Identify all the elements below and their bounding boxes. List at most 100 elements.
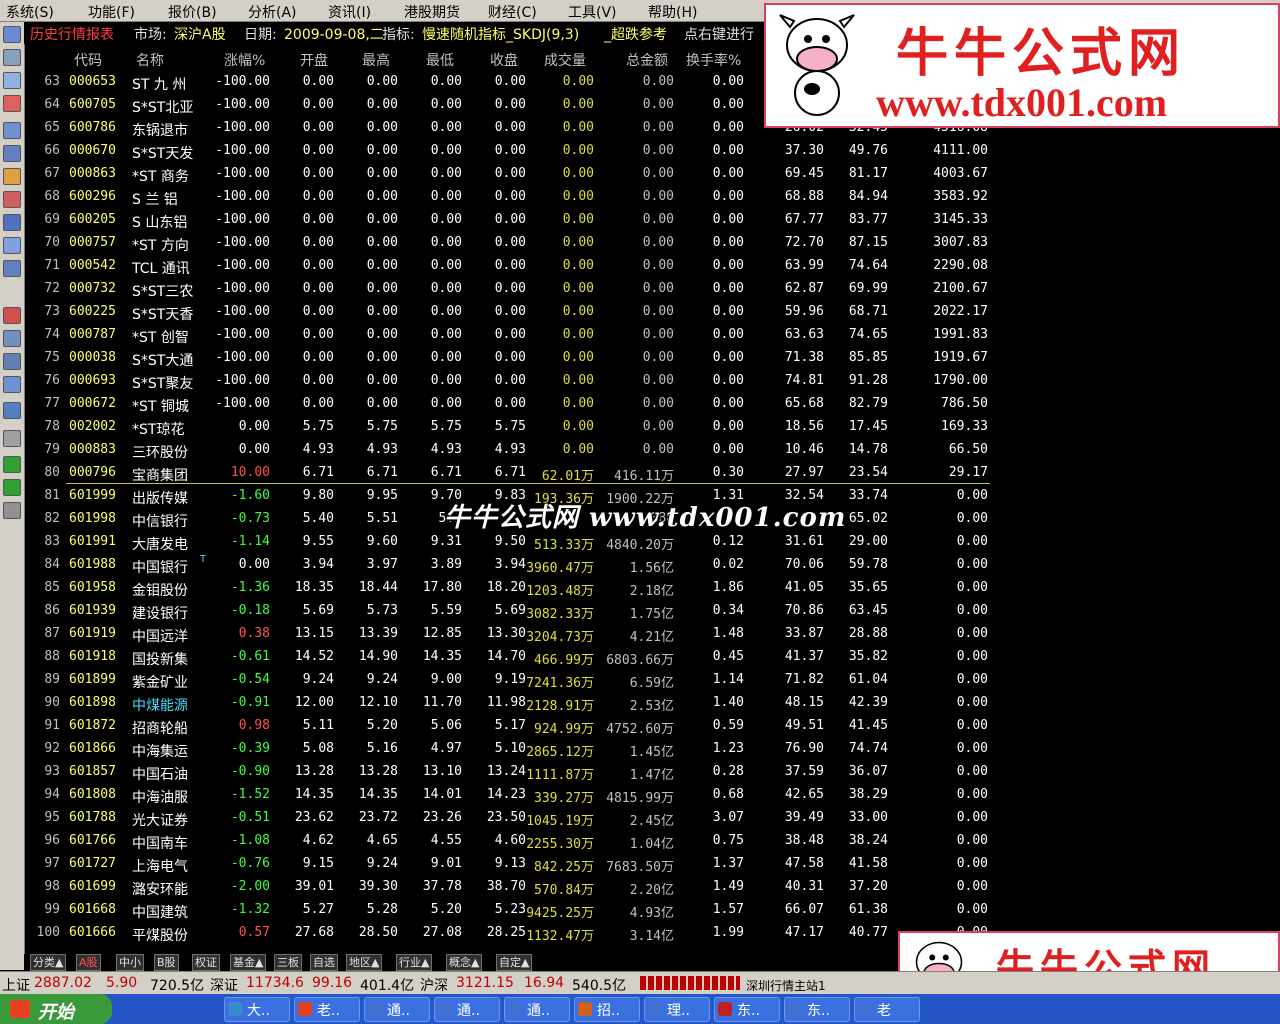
tool-icon[interactable] — [3, 502, 21, 519]
table-row[interactable]: 68 600296 S 兰 铝 -100.00 0.00 0.00 0.00 0.00 0.00… — [24, 186, 1004, 209]
print-icon[interactable] — [3, 353, 21, 370]
table-row[interactable]: 97 601727 上海电气 -0.76 9.15 9.24 9.01 9.13 842.25万… — [24, 853, 1004, 876]
table-row[interactable]: 80 000796 宝商集团 10.00 6.71 6.71 6.71 6.71 62.01万 4… — [24, 462, 1004, 485]
table-row[interactable]: 70 000757 *ST 方向 -100.00 0.00 0.00 0.00 0.00 0.0… — [24, 232, 1004, 255]
menu-quote[interactable]: 报价(B) — [168, 2, 217, 22]
alert-icon[interactable] — [3, 307, 21, 324]
tab-b-shares[interactable]: B股 — [154, 954, 179, 971]
arrow-right-icon[interactable] — [3, 479, 21, 496]
taskbar-app[interactable]: 东.. — [714, 997, 780, 1022]
indicator-value[interactable]: 慢速随机指标_SKDJ(9,3) — [422, 24, 579, 44]
menu-finance[interactable]: 财经(C) — [488, 2, 537, 22]
taskbar-app[interactable]: 通.. — [364, 997, 430, 1022]
taskbar-app[interactable]: 东.. — [784, 997, 850, 1022]
table-row[interactable]: 75 000038 S*ST大通 -100.00 0.00 0.00 0.00 0.00 0.0… — [24, 347, 1004, 370]
grid-icon[interactable] — [3, 49, 21, 66]
table-row[interactable]: 95 601788 光大证券 -0.51 23.62 23.72 23.26 23.50 104… — [24, 807, 1004, 830]
station-name[interactable]: 深圳行情主站1 — [746, 977, 826, 994]
table-row[interactable]: 99 601668 中国建筑 -1.32 5.27 5.28 5.20 5.23 9425.25… — [24, 899, 1004, 922]
ad-banner-top[interactable]: 牛牛公式网 www.tdx001.com — [764, 3, 1280, 128]
table-row[interactable]: 72 000732 S*ST三农 -100.00 0.00 0.00 0.00 0.00 0.0… — [24, 278, 1004, 301]
table-row[interactable]: 77 000672 *ST 铜城 -100.00 0.00 0.00 0.00 0.00 0.0… — [24, 393, 1004, 416]
arrow-left-icon[interactable] — [3, 456, 21, 473]
date-value[interactable]: 2009-09-08,二 — [284, 24, 384, 44]
table-row[interactable]: 92 601866 中海集运 -0.39 5.08 5.16 4.97 5.10 2865.12… — [24, 738, 1004, 761]
edit-icon[interactable] — [3, 330, 21, 347]
data-icon[interactable] — [3, 260, 21, 277]
taskbar-app[interactable]: 招.. — [574, 997, 640, 1022]
table-row[interactable]: 79 000883 三环股份 0.00 4.93 4.93 4.93 4.93 0.00 0.00… — [24, 439, 1004, 462]
tab-favorites[interactable]: 自选 — [310, 954, 338, 971]
taskbar-app[interactable]: 大.. — [224, 997, 290, 1022]
formula-icon[interactable] — [3, 214, 21, 231]
taskbar-app[interactable]: 老.. — [294, 997, 360, 1022]
taskbar-app[interactable]: 老 — [854, 997, 920, 1022]
list-icon[interactable] — [3, 145, 21, 162]
table-row[interactable]: 98 601699 潞安环能 -2.00 39.01 39.30 37.78 38.70 570… — [24, 876, 1004, 899]
table-row[interactable]: 89 601899 紫金矿业 -0.54 9.24 9.24 9.00 9.19 7241.36… — [24, 669, 1004, 692]
taskbar-app[interactable]: 通.. — [504, 997, 570, 1022]
table-row[interactable]: 87 601919 中国远洋 0.38 13.15 13.39 12.85 13.30 3204… — [24, 623, 1004, 646]
tab-third-board[interactable]: 三板 — [274, 954, 302, 971]
start-button[interactable]: 开始 — [0, 994, 112, 1024]
menu-hk-futures[interactable]: 港股期货 — [404, 2, 460, 22]
table-row[interactable]: 93 601857 中国石油 -0.90 13.28 13.28 13.10 13.24 111… — [24, 761, 1004, 784]
tab-industry[interactable]: 行业▲ — [396, 954, 433, 971]
table-row[interactable]: 86 601939 建设银行 -0.18 5.69 5.73 5.59 5.69 3082.33… — [24, 600, 1004, 623]
col-close[interactable]: 收盘 — [490, 50, 518, 70]
menu-info[interactable]: 资讯(I) — [328, 2, 371, 22]
table-row[interactable]: 84 601988 中国银行 0.00 3.94 3.97 3.89 3.94 3960.47万… — [24, 554, 1004, 577]
tab-funds[interactable]: 基金▲ — [230, 954, 267, 971]
candle-chart-icon[interactable] — [3, 95, 21, 112]
col-high[interactable]: 最高 — [362, 50, 390, 70]
tab-region[interactable]: 地区▲ — [346, 954, 383, 971]
tab-a-shares[interactable]: A股 — [76, 954, 101, 971]
col-low[interactable]: 最低 — [426, 50, 454, 70]
table-row[interactable]: 100 601666 平煤股份 0.57 27.68 28.50 27.08 28.25 113… — [24, 922, 1004, 945]
table-row[interactable]: 78 002002 *ST琼花 0.00 5.75 5.75 5.75 5.75 0.00 0.0… — [24, 416, 1004, 439]
table-row[interactable]: 96 601766 中国南车 -1.08 4.62 4.65 4.55 4.60 2255.30… — [24, 830, 1004, 853]
col-amount[interactable]: 总金额 — [626, 50, 668, 70]
col-turnover[interactable]: 换手率% — [686, 50, 741, 70]
table-row[interactable]: 67 000863 *ST 商务 -100.00 0.00 0.00 0.00 0.00 0.0… — [24, 163, 1004, 186]
tab-concept[interactable]: 概念▲ — [446, 954, 483, 971]
tab-category[interactable]: 分类▲ — [30, 954, 67, 971]
search-icon[interactable] — [3, 237, 21, 254]
users-icon[interactable] — [3, 191, 21, 208]
report-icon[interactable] — [3, 26, 21, 43]
table-row[interactable]: 88 601918 国投新集 -0.61 14.52 14.90 14.35 14.70 466… — [24, 646, 1004, 669]
col-name[interactable]: 名称 — [136, 50, 164, 70]
table-row[interactable]: 73 600225 S*ST天香 -100.00 0.00 0.00 0.00 0.00 0.0… — [24, 301, 1004, 324]
col-volume[interactable]: 成交量 — [544, 50, 586, 70]
table-row[interactable]: 90 601898 中煤能源 -0.91 12.00 12.10 11.70 11.98 212… — [24, 692, 1004, 715]
col-code[interactable]: 代码 — [74, 50, 102, 70]
menu-system[interactable]: 系统(S) — [6, 2, 54, 22]
table-row[interactable]: 83 601991 大唐发电 -1.14 9.55 9.60 9.31 9.50 513.33万… — [24, 531, 1004, 554]
table-row[interactable]: 76 000693 S*ST聚友 -100.00 0.00 0.00 0.00 0.00 0.0… — [24, 370, 1004, 393]
col-change[interactable]: 涨幅% — [224, 50, 265, 70]
tab-custom[interactable]: 自定▲ — [496, 954, 533, 971]
col-open[interactable]: 开盘 — [300, 50, 328, 70]
settings-icon[interactable] — [3, 430, 21, 447]
news-icon[interactable] — [3, 168, 21, 185]
table-row[interactable]: 91 601872 招商轮船 0.98 5.11 5.20 5.06 5.17 924.99万 4… — [24, 715, 1004, 738]
tab-sme[interactable]: 中小 — [116, 954, 144, 971]
taskbar-app[interactable]: 通.. — [434, 997, 500, 1022]
menu-help[interactable]: 帮助(H) — [648, 2, 697, 22]
table-row[interactable]: 85 601958 金钼股份 -1.36 18.35 18.44 17.80 18.20 120… — [24, 577, 1004, 600]
table-row[interactable]: 74 000787 *ST 创智 -100.00 0.00 0.00 0.00 0.00 0.0… — [24, 324, 1004, 347]
table-icon[interactable] — [3, 122, 21, 139]
table-row[interactable]: 69 600205 S 山东铝 -100.00 0.00 0.00 0.00 0.00 0.00… — [24, 209, 1004, 232]
export-icon[interactable] — [3, 376, 21, 393]
table-row[interactable]: 94 601808 中海油服 -1.52 14.35 14.35 14.01 14.23 339… — [24, 784, 1004, 807]
menu-function[interactable]: 功能(F) — [88, 2, 135, 22]
menu-analysis[interactable]: 分析(A) — [248, 2, 297, 22]
market-value[interactable]: 深沪A股 — [174, 24, 226, 44]
tab-warrants[interactable]: 权证 — [192, 954, 220, 971]
table-row[interactable]: 71 000542 TCL 通讯 -100.00 0.00 0.00 0.00 0.00 0.0… — [24, 255, 1004, 278]
folder-icon[interactable] — [3, 402, 21, 419]
menu-tools[interactable]: 工具(V) — [568, 2, 617, 22]
table-row[interactable]: 66 000670 S*ST天发 -100.00 0.00 0.00 0.00 0.00 0.0… — [24, 140, 1004, 163]
taskbar-app[interactable]: 理.. — [644, 997, 710, 1022]
line-chart-icon[interactable] — [3, 72, 21, 89]
